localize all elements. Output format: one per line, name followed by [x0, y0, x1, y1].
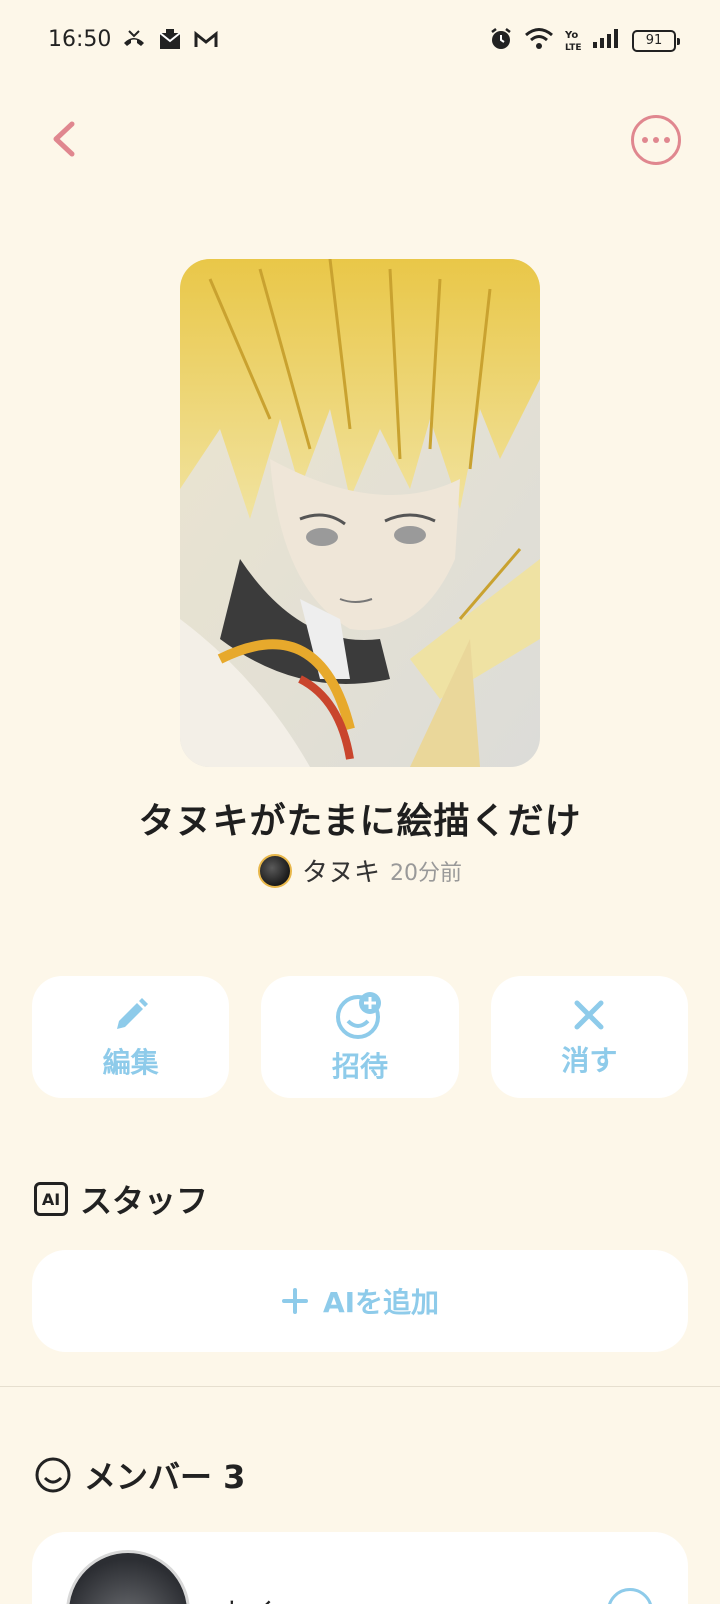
status-time: 16:50	[48, 27, 112, 52]
volte-icon: Yo LTE	[564, 27, 582, 56]
notification-icons	[121, 27, 219, 53]
back-button[interactable]	[40, 114, 90, 164]
more-horizontal-icon	[642, 137, 648, 143]
member-action-icon[interactable]	[607, 1588, 653, 1604]
plus-icon	[281, 1288, 308, 1314]
pencil-icon	[116, 998, 148, 1029]
invite-icon	[335, 992, 381, 1039]
room-detail-screen: 16:50 Yo LTE 91 タヌキがたまに絵描くだけ タヌキ 20分前 編集…	[0, 0, 720, 1604]
member-name: トイ	[222, 1592, 274, 1604]
delete-label: 消す	[561, 1044, 618, 1077]
system-icons: Yo LTE 91	[488, 26, 680, 56]
invite-button[interactable]: 招待	[261, 976, 459, 1098]
cover-illustration	[180, 259, 540, 767]
section-divider	[0, 1386, 720, 1387]
staff-section-title: スタッフ	[80, 1182, 209, 1220]
edit-label: 編集	[102, 1046, 159, 1079]
wifi-icon	[524, 26, 554, 56]
delete-button[interactable]: 消す	[490, 976, 688, 1098]
status-bar: 16:50 Yo LTE 91	[0, 0, 720, 84]
action-buttons: 編集 招待 消す	[32, 976, 688, 1098]
smiley-icon	[35, 1457, 71, 1493]
add-ai-button[interactable]: AIを追加	[32, 1250, 688, 1352]
alarm-icon	[488, 26, 514, 56]
svg-text:Yo: Yo	[564, 30, 578, 41]
ai-icon: AI	[34, 1182, 68, 1216]
room-title: タヌキがたまに絵描くだけ	[138, 801, 582, 842]
chevron-left-icon	[53, 121, 75, 157]
owner-avatar[interactable]	[257, 853, 292, 888]
members-section-title: メンバー 3	[84, 1458, 246, 1496]
close-icon	[574, 1000, 604, 1030]
missed-call-icon	[121, 27, 147, 53]
owner-name[interactable]: タヌキ	[302, 852, 380, 889]
mail-icon	[157, 27, 183, 53]
member-card[interactable]: トイ	[32, 1532, 688, 1604]
gmail-icon	[193, 27, 219, 53]
room-cover-image[interactable]	[180, 259, 540, 767]
more-options-button[interactable]	[631, 115, 681, 165]
staff-section-header: AI スタッフ	[34, 1176, 208, 1222]
add-ai-label: AIを追加	[322, 1286, 440, 1319]
time-ago: 20分前	[390, 860, 462, 886]
members-section-header: メンバー 3	[34, 1452, 245, 1498]
svg-text:LTE: LTE	[565, 43, 582, 53]
signal-icon	[592, 26, 622, 56]
member-avatar[interactable]	[66, 1550, 190, 1604]
invite-label: 招待	[331, 1050, 388, 1083]
battery-icon: 91	[632, 30, 680, 52]
edit-button[interactable]: 編集	[32, 976, 230, 1098]
room-meta: タヌキ 20分前	[0, 852, 720, 889]
